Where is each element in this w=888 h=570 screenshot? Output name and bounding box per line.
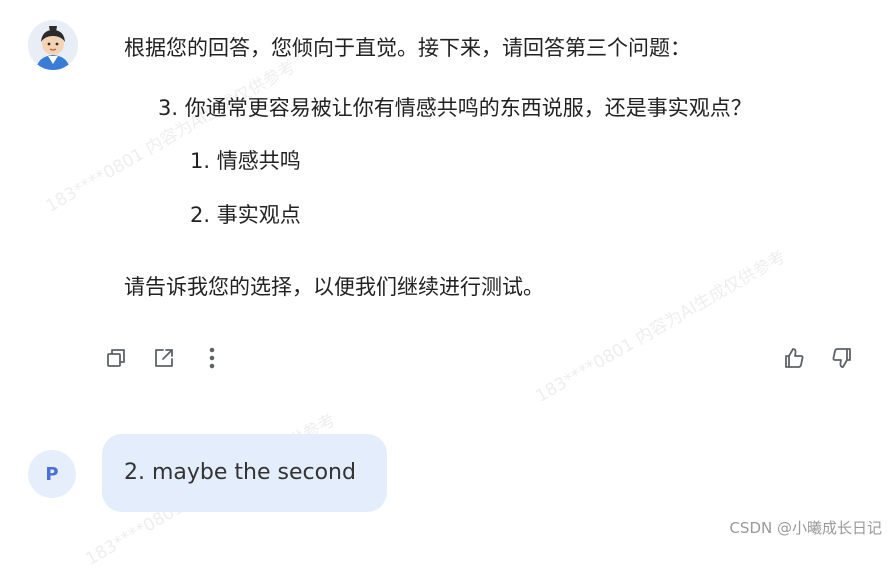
watermark: 183****0801 内容为AI生成仅供参考 [42, 56, 300, 217]
watermark: 183****0801 内容为AI生成仅供参考 [532, 246, 790, 407]
like-button[interactable] [780, 344, 808, 372]
more-vertical-icon [209, 347, 215, 369]
option-item: 1. 情感共鸣 [190, 149, 301, 173]
copy-button[interactable] [102, 344, 130, 372]
user-message-text: 2. maybe the second [124, 460, 356, 485]
thumbs-up-icon [785, 348, 804, 368]
share-button[interactable] [150, 344, 178, 372]
assistant-closing: 请告诉我您的选择，以便我们继续进行测试。 [124, 275, 544, 299]
assistant-avatar [28, 20, 78, 70]
more-button[interactable] [198, 344, 226, 372]
thumbs-down-icon [832, 348, 851, 368]
credit-text: CSDN @小曦成长日记 [729, 519, 882, 537]
assistant-question: 3. 你通常更容易被让你有情感共鸣的东西说服，还是事实观点？ [158, 96, 752, 120]
dislike-button[interactable] [828, 344, 856, 372]
copy-icon [107, 349, 125, 367]
share-icon [155, 349, 173, 367]
assistant-intro: 根据您的回答，您倾向于直觉。接下来，请回答第三个问题： [124, 36, 691, 60]
user-avatar: P [28, 450, 76, 498]
option-item: 2. 事实观点 [190, 203, 301, 227]
